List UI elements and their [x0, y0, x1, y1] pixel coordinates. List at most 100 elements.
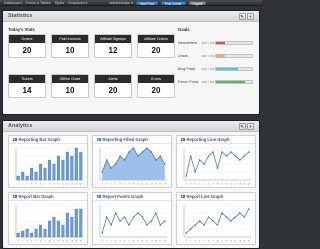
x-tick-label: 10: [225, 184, 228, 186]
tile-label: Affiliate Signups: [95, 35, 131, 43]
x-tick-label: 7: [128, 241, 130, 243]
x-tick-label: 10: [57, 241, 60, 243]
x-tick-label: 12: [150, 184, 153, 186]
chart-icon: [13, 138, 17, 141]
stat-tile-orders[interactable]: Orders 20: [8, 34, 46, 58]
bar: [52, 216, 56, 238]
tile-label: Orders: [9, 35, 45, 43]
data-point: [132, 216, 135, 218]
edit-icon[interactable]: ✎: [238, 12, 246, 20]
x-tick-label: 12: [234, 241, 237, 243]
x-tick-label: 12: [66, 241, 69, 243]
x-tick-label: 15: [164, 241, 167, 243]
nav-dashboard[interactable]: Dashboard: [4, 1, 22, 5]
chart-title: Report Line Graph: [186, 194, 224, 199]
data-point: [101, 232, 104, 234]
goal-progress-bar: [215, 67, 253, 71]
goal-progress-bar: [215, 80, 253, 84]
data-point: [247, 208, 250, 210]
data-point: [212, 151, 214, 153]
stat-tile-errors[interactable]: Errors 20: [137, 74, 175, 98]
data-point: [150, 220, 153, 222]
x-tick-label: 14: [243, 184, 246, 186]
data-point: [137, 212, 139, 214]
x-tick-label: 5: [119, 184, 121, 186]
chart-card-reporting-bar: Reporting Bar Graph 1 2 3 4 5 6 7 8 9 10 11 12 13 14 1…: [8, 135, 88, 188]
analytics-title: Analytics: [8, 123, 33, 129]
nav-dropdown[interactable]: Dropdown ▾: [68, 1, 87, 5]
stat-tile-affiliate-signups[interactable]: Affiliate Signups 12: [94, 34, 132, 58]
goal-row-forum-posts: Forum Posts $XX / 100: [178, 80, 253, 84]
data-point: [163, 163, 166, 165]
tile-label: Errors: [138, 75, 174, 83]
x-tick-label: 1: [186, 241, 188, 243]
statistics-header: Statistics ✎ ▾: [3, 11, 259, 22]
x-tick-label: 7: [44, 184, 46, 186]
tile-label: Tickets: [9, 75, 45, 83]
goal-progress-bar: [215, 41, 253, 45]
reporting-bar-chart: 1 2 3 4 5 6 7 8 9 10 11 12 13 14 15: [15, 147, 83, 186]
x-tick-label: 11: [146, 241, 149, 243]
nav-styles[interactable]: Styles: [55, 1, 65, 5]
todays-stats-title: Today's Stats: [8, 27, 35, 32]
post-center-button[interactable]: Post Center: [160, 0, 186, 6]
x-tick-label: 14: [75, 241, 78, 243]
chart-title: Report Points Graph: [102, 194, 144, 199]
data-point: [243, 216, 246, 218]
data-point: [159, 155, 162, 157]
stat-tile-tickets[interactable]: Tickets 14: [8, 74, 46, 98]
series-line: [101, 212, 166, 234]
goal-progress-fill: [216, 81, 245, 83]
x-tick-label: 7: [212, 184, 214, 186]
bar: [34, 171, 38, 181]
data-point: [146, 224, 148, 226]
x-tick-label: 11: [230, 241, 233, 243]
goal-progress-fill: [216, 55, 225, 57]
stat-tile-alerts[interactable]: Alerts 20: [94, 74, 132, 98]
x-tick-label: 4: [199, 184, 201, 186]
bar: [70, 216, 74, 238]
bar: [52, 163, 56, 181]
bar: [79, 151, 83, 181]
data-point: [234, 216, 237, 218]
x-tick-label: 1: [18, 241, 20, 243]
tile-value: 20: [22, 46, 32, 55]
x-tick-label: 7: [128, 184, 130, 186]
logout-button[interactable]: Logout: [188, 0, 207, 6]
data-point: [185, 175, 188, 177]
chart-title: Report Bar Graph: [18, 194, 54, 199]
data-point: [216, 224, 219, 226]
data-point: [110, 224, 112, 226]
x-tick-label: 8: [49, 184, 51, 186]
x-tick-label: 9: [221, 241, 223, 243]
chart-icon: [181, 138, 185, 141]
bar: [25, 175, 29, 181]
x-tick-label: 8: [49, 241, 51, 243]
data-point: [123, 216, 126, 218]
goal-row-blog-posts: Blog Posts $XX / 100: [178, 67, 253, 71]
new-post-button[interactable]: New Post: [136, 0, 158, 6]
stat-tile-offline-chats[interactable]: Offline Chats 10: [51, 74, 89, 98]
data-point: [123, 159, 126, 161]
data-point: [239, 159, 241, 161]
x-tick-label: 2: [106, 241, 108, 243]
data-point: [225, 216, 228, 218]
report-points-chart: 1 2 3 4 5 6 7 8 9 10 11 12 13 14 15: [99, 204, 167, 243]
data-point: [189, 155, 192, 157]
collapse-icon[interactable]: ▾: [247, 12, 254, 20]
user-menu[interactable]: administrator ▾: [109, 1, 133, 5]
data-point: [146, 147, 148, 149]
stat-tile-affiliate-orders[interactable]: Affiliate Orders 20: [137, 34, 175, 58]
x-tick-label: 10: [141, 184, 144, 186]
goal-value: $XX / 100: [202, 54, 215, 58]
x-tick-label: 2: [22, 241, 24, 243]
collapse-icon[interactable]: ▾: [247, 122, 254, 130]
goal-progress-fill: [216, 42, 225, 44]
tile-label: Alerts: [95, 75, 131, 83]
stat-tile-paid-invoices[interactable]: Paid Invoices 10: [51, 34, 89, 58]
x-tick-label: 1: [102, 241, 104, 243]
edit-icon[interactable]: ✎: [238, 122, 246, 130]
bar: [21, 171, 25, 181]
analytics-panel: Analytics ✎ ▾ Reporting Bar Graph 123456…: [2, 120, 260, 249]
nav-forms-tables[interactable]: Forms & Tables: [26, 1, 51, 5]
